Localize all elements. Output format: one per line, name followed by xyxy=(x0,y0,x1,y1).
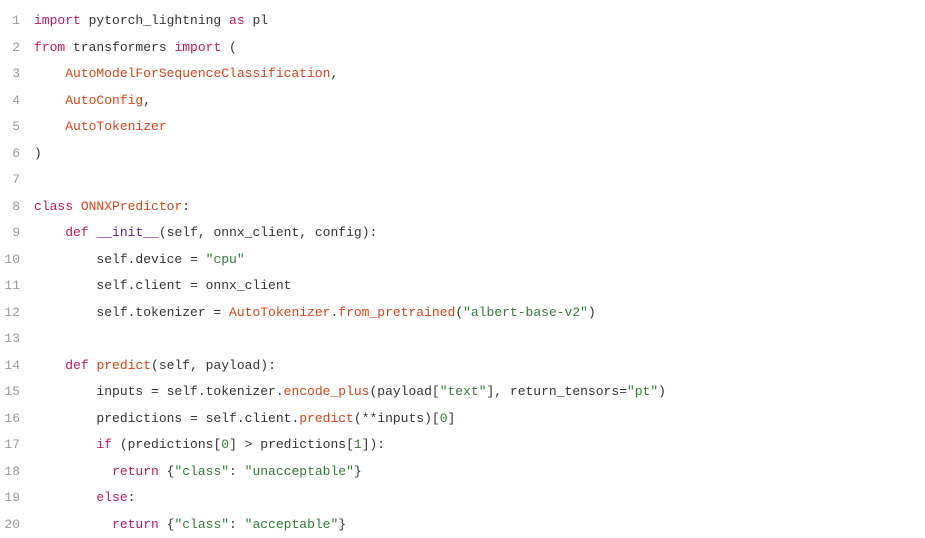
code-line: 17 if (predictions[0] > predictions[1]): xyxy=(0,432,925,459)
line-number: 10 xyxy=(0,247,34,274)
code-content: import pytorch_lightning as pl xyxy=(34,8,268,35)
code-content: self.device = "cpu" xyxy=(34,247,245,274)
line-number: 15 xyxy=(0,379,34,406)
code-content: from transformers import ( xyxy=(34,35,237,62)
code-content: AutoModelForSequenceClassification, xyxy=(34,61,338,88)
line-number: 4 xyxy=(0,88,34,115)
code-line: 3 AutoModelForSequenceClassification, xyxy=(0,61,925,88)
code-content: inputs = self.tokenizer.encode_plus(payl… xyxy=(34,379,666,406)
code-content: return {"class": "acceptable"} xyxy=(34,512,346,538)
code-line: 6) xyxy=(0,141,925,168)
code-content xyxy=(34,167,42,194)
code-line: 4 AutoConfig, xyxy=(0,88,925,115)
code-line: 7 xyxy=(0,167,925,194)
line-number: 16 xyxy=(0,406,34,433)
code-line: 8class ONNXPredictor: xyxy=(0,194,925,221)
code-line: 11 self.client = onnx_client xyxy=(0,273,925,300)
line-number: 3 xyxy=(0,61,34,88)
line-number: 18 xyxy=(0,459,34,486)
line-number: 17 xyxy=(0,432,34,459)
code-content: def __init__(self, onnx_client, config): xyxy=(34,220,377,247)
line-number: 6 xyxy=(0,141,34,168)
code-line: 19 else: xyxy=(0,485,925,512)
code-line: 18 return {"class": "unacceptable"} xyxy=(0,459,925,486)
code-line: 5 AutoTokenizer xyxy=(0,114,925,141)
code-content: self.tokenizer = AutoTokenizer.from_pret… xyxy=(34,300,596,327)
line-number: 2 xyxy=(0,35,34,62)
code-line: 20 return {"class": "acceptable"} xyxy=(0,512,925,538)
code-line: 9 def __init__(self, onnx_client, config… xyxy=(0,220,925,247)
code-content: predictions = self.client.predict(**inpu… xyxy=(34,406,455,433)
code-content: else: xyxy=(34,485,135,512)
code-line: 13 xyxy=(0,326,925,353)
line-number: 8 xyxy=(0,194,34,221)
code-block: 1import pytorch_lightning as pl2from tra… xyxy=(0,8,925,538)
line-number: 5 xyxy=(0,114,34,141)
code-line: 10 self.device = "cpu" xyxy=(0,247,925,274)
code-line: 2from transformers import ( xyxy=(0,35,925,62)
code-content xyxy=(34,326,42,353)
line-number: 13 xyxy=(0,326,34,353)
line-number: 11 xyxy=(0,273,34,300)
code-line: 16 predictions = self.client.predict(**i… xyxy=(0,406,925,433)
code-content: def predict(self, payload): xyxy=(34,353,276,380)
line-number: 14 xyxy=(0,353,34,380)
line-number: 20 xyxy=(0,512,34,538)
code-line: 15 inputs = self.tokenizer.encode_plus(p… xyxy=(0,379,925,406)
code-content: class ONNXPredictor: xyxy=(34,194,190,221)
code-content: AutoConfig, xyxy=(34,88,151,115)
line-number: 1 xyxy=(0,8,34,35)
code-line: 1import pytorch_lightning as pl xyxy=(0,8,925,35)
code-content: return {"class": "unacceptable"} xyxy=(34,459,362,486)
code-content: if (predictions[0] > predictions[1]): xyxy=(34,432,385,459)
code-content: AutoTokenizer xyxy=(34,114,167,141)
code-line: 14 def predict(self, payload): xyxy=(0,353,925,380)
code-content: ) xyxy=(34,141,42,168)
line-number: 12 xyxy=(0,300,34,327)
line-number: 19 xyxy=(0,485,34,512)
code-line: 12 self.tokenizer = AutoTokenizer.from_p… xyxy=(0,300,925,327)
line-number: 7 xyxy=(0,167,34,194)
line-number: 9 xyxy=(0,220,34,247)
code-content: self.client = onnx_client xyxy=(34,273,291,300)
